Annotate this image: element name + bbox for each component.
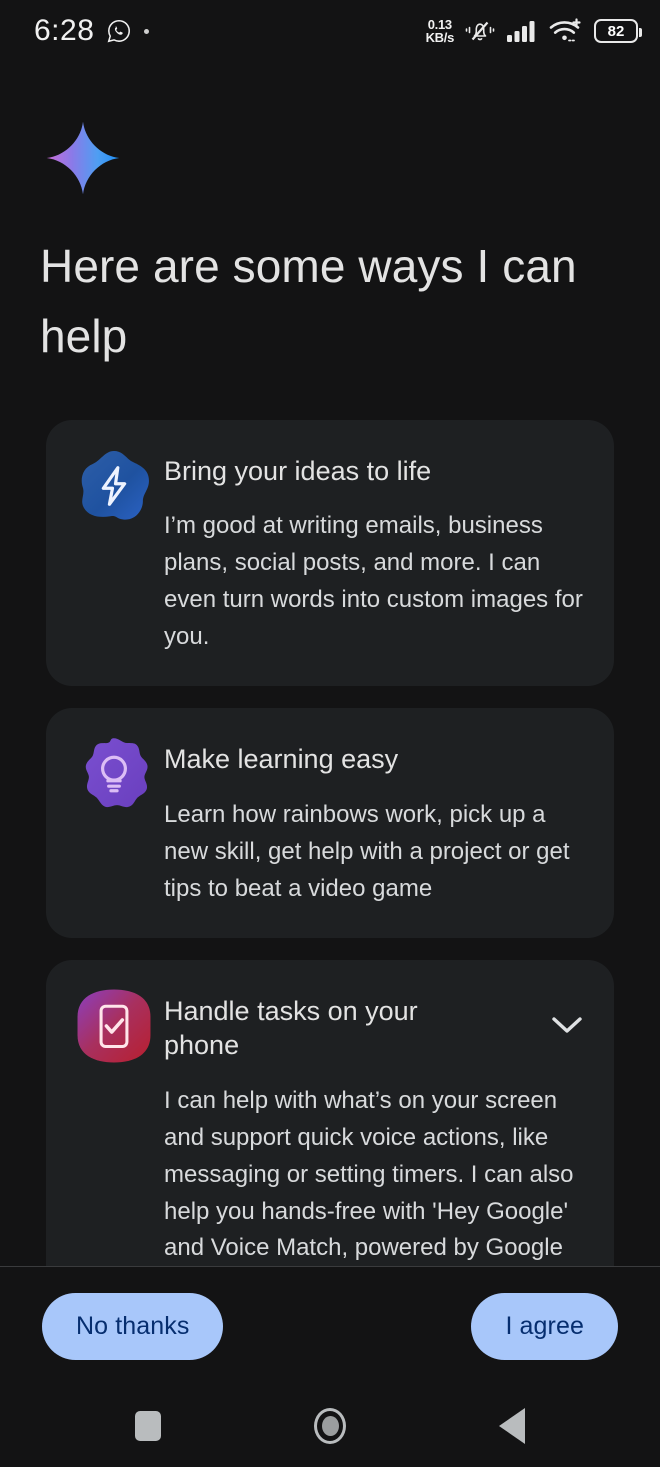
card-body: Make learning easy Learn how rainbows wo… <box>164 736 584 907</box>
notification-dot-icon <box>144 28 150 34</box>
lightning-bolt-blob-icon <box>81 450 149 520</box>
card-bring-ideas-to-life[interactable]: Bring your ideas to life I’m good at wri… <box>46 419 614 687</box>
android-navigation-bar <box>0 1385 660 1467</box>
status-bar-right: 0.13 KB/s 82 <box>425 18 642 45</box>
card-description: I can help with what’s on your screen an… <box>164 1086 574 1262</box>
action-bar: No thanks I agree <box>0 1267 660 1385</box>
no-thanks-button[interactable]: No thanks <box>42 1292 224 1360</box>
wifi-plus-icon <box>549 18 583 44</box>
network-speed-unit: KB/s <box>425 30 455 45</box>
battery-indicator: 82 <box>594 19 642 43</box>
card-description: I’m good at writing emails, business pla… <box>164 512 583 651</box>
card-make-learning-easy[interactable]: Make learning easy Learn how rainbows wo… <box>46 708 614 938</box>
card-title: Handle tasks on your phone <box>164 995 418 1061</box>
cellular-signal-icon <box>506 19 538 43</box>
recents-square-icon[interactable] <box>121 1399 175 1453</box>
card-title: Make learning easy <box>164 744 399 775</box>
page-title: Here are some ways I can help <box>40 240 577 362</box>
bell-muted-vibrate-icon <box>465 18 495 44</box>
capability-card-list: Bring your ideas to life I’m good at wri… <box>0 419 660 1267</box>
chevron-down-icon[interactable] <box>548 1006 586 1044</box>
card-body: Bring your ideas to life I’m good at wri… <box>164 448 584 656</box>
card-description: Learn how rainbows work, pick up a new s… <box>164 800 570 902</box>
card-body: Handle tasks on your phone I can help wi… <box>164 988 584 1267</box>
network-speed-indicator: 0.13 KB/s <box>425 18 455 45</box>
status-bar-left: 6:28 <box>34 14 150 48</box>
gemini-onboarding-screen: 6:28 0.13 KB/s 82 Here are some ways I c… <box>0 0 660 1467</box>
i-agree-button[interactable]: I agree <box>471 1292 618 1360</box>
whatsapp-icon <box>106 18 132 44</box>
back-triangle-icon[interactable] <box>485 1399 539 1453</box>
lightbulb-flower-icon <box>85 738 148 808</box>
phone-check-icon <box>77 989 151 1063</box>
content-divider <box>0 1266 660 1267</box>
onboarding-scroll-area[interactable]: Here are some ways I can help Bring your… <box>0 62 660 1267</box>
home-circle-icon[interactable] <box>303 1399 357 1453</box>
battery-level-label: 82 <box>607 22 625 40</box>
card-handle-tasks-on-phone[interactable]: Handle tasks on your phone I can help wi… <box>46 959 614 1267</box>
status-bar: 6:28 0.13 KB/s 82 <box>0 0 660 62</box>
status-clock: 6:28 <box>34 14 95 47</box>
gemini-sparkle-icon <box>46 121 120 195</box>
card-title: Bring your ideas to life <box>164 455 432 486</box>
